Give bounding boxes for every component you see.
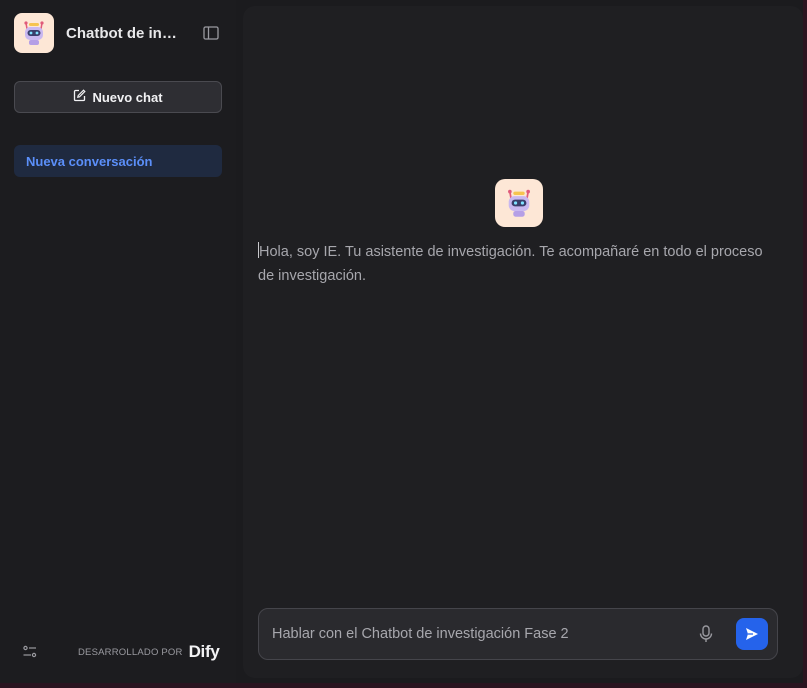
message-composer [258,608,778,660]
robot-icon [14,13,54,53]
welcome-message: Hola, soy IE. Tu asistente de investigac… [258,240,778,288]
powered-by: DESARROLLADO POR Dify [78,642,220,662]
microphone-icon[interactable] [696,624,716,644]
window-edge [803,0,807,688]
chat-panel: Hola, soy IE. Tu asistente de investigac… [243,6,803,678]
dify-logo: Dify [188,642,220,661]
welcome-text: Hola, soy IE. Tu asistente de investigac… [258,244,763,284]
conversation-item-active[interactable]: Nueva conversación [14,145,222,177]
message-input[interactable] [259,608,696,660]
send-icon [746,628,758,640]
chat-app: Chatbot de investigación Fase 2 Nuevo ch… [0,0,803,683]
bot-avatar [495,179,543,227]
app-title: Chatbot de investigación Fase 2 [66,24,184,42]
send-button[interactable] [736,618,768,650]
new-chat-label: Nuevo chat [92,89,163,105]
sidebar: Chatbot de investigación Fase 2 Nuevo ch… [0,0,236,683]
app-header: Chatbot de investigación Fase 2 [14,13,224,53]
new-chat-button[interactable]: Nuevo chat [14,81,222,113]
settings-sliders-icon[interactable] [22,644,38,660]
sidebar-toggle-icon[interactable] [202,25,220,41]
window-edge-bottom [0,683,807,688]
edit-icon [73,89,87,105]
powered-by-label: DESARROLLADO POR [78,646,183,658]
conversation-label: Nueva conversación [26,153,153,169]
robot-icon [508,189,530,217]
